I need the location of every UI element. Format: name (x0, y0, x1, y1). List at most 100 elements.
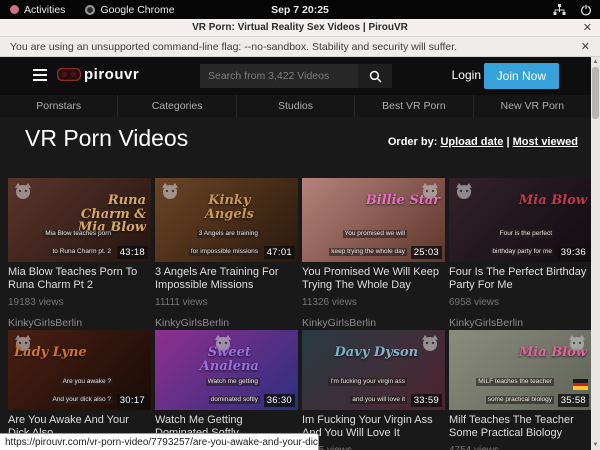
join-now-button[interactable]: Join Now (484, 63, 559, 89)
video-title-link[interactable]: Im Fucking Your Virgin Ass And You Will … (302, 414, 445, 440)
nav-item-studios[interactable]: Studios (236, 95, 354, 117)
thumbnail-script-title: Kinky Angels (185, 194, 274, 221)
video-card: Lady Lyne Are you awake ?And your dick a… (8, 330, 151, 450)
duration-badge: 43:18 (117, 246, 148, 259)
thumbnail-script-title: Billie Star (351, 194, 440, 208)
video-title-link[interactable]: Four Is The Perfect Birthday Party For M… (449, 266, 592, 292)
video-card: Billie Star You promised we willkeep try… (302, 178, 445, 329)
nav-item-new-vr[interactable]: New VR Porn (473, 95, 591, 117)
site-header: pirouvr Login Join Now (0, 57, 591, 95)
view-count: 6958 views (449, 297, 592, 308)
video-title-link[interactable]: Milf Teaches The Teacher Some Practical … (449, 414, 592, 440)
desktop-screen: Activities Google Chrome Sep 7 20:25 VR … (0, 0, 600, 450)
nav-item-pornstars[interactable]: Pornstars (0, 95, 117, 117)
video-title-link[interactable]: You Promised We Will Keep Trying The Who… (302, 266, 445, 292)
hamburger-menu-icon[interactable] (33, 69, 47, 84)
video-card: Davy Dyson I'm fucking your virgin assan… (302, 330, 445, 450)
studio-link[interactable]: KinkyGirlsBerlin (8, 317, 151, 329)
scroll-down-icon[interactable]: ▼ (591, 440, 600, 450)
power-icon[interactable] (580, 4, 592, 16)
logo-text: pirouvr (84, 66, 139, 83)
browser-title-bar: VR Porn: Virtual Reality Sex Videos | Pi… (0, 19, 600, 37)
duration-badge: 25:03 (411, 246, 442, 259)
scrollbar-thumb[interactable] (592, 67, 599, 119)
duration-badge: 30:17 (117, 394, 148, 407)
duration-badge: 36:30 (264, 394, 295, 407)
thumbnail-script-title: Davy Dyson (332, 346, 421, 360)
video-thumbnail[interactable]: Runa Charm & Mia Blow Mia Blow teaches p… (8, 178, 151, 262)
login-link[interactable]: Login (452, 68, 481, 82)
cat-mask-watermark-icon (13, 182, 33, 200)
cat-mask-watermark-icon (13, 334, 33, 352)
view-count: 19183 views (8, 297, 151, 308)
thumbnail-caption: I'm fucking your virgin assand you will … (328, 370, 407, 406)
sort-upload-date-link[interactable]: Upload date (440, 136, 503, 148)
page-title: VR Porn Videos (25, 125, 188, 152)
video-thumbnail[interactable]: Mia Blow MILF teaches the teachersome pr… (449, 330, 592, 410)
thumbnail-caption: Are you awake ?And your dick also ? (50, 370, 113, 406)
german-flag-icon (573, 379, 588, 390)
thumbnail-script-title: Mia Blow (498, 346, 587, 360)
thumbnail-script-title: Mia Blow (498, 194, 587, 208)
main-nav: Pornstars Categories Studios Best VR Por… (0, 95, 591, 117)
duration-badge: 39:36 (558, 246, 589, 259)
nav-item-best-vr[interactable]: Best VR Porn (354, 95, 472, 117)
view-count: 11111 views (155, 297, 298, 308)
thumbnail-caption: 3 Angels are trainingfor impossible miss… (189, 222, 260, 258)
video-card: Runa Charm & Mia Blow Mia Blow teaches p… (8, 178, 151, 329)
video-thumbnail[interactable]: Lady Lyne Are you awake ?And your dick a… (8, 330, 151, 410)
thumbnail-caption: Watch me gettingdominated softly (206, 370, 260, 406)
thumbnail-script-title: Sweet Analena (185, 346, 274, 373)
cat-mask-watermark-icon (420, 334, 440, 352)
studio-link[interactable]: KinkyGirlsBerlin (302, 317, 445, 329)
cat-mask-watermark-icon (213, 334, 233, 352)
video-thumbnail[interactable]: Kinky Angels 3 Angels are trainingfor im… (155, 178, 298, 262)
video-thumbnail[interactable]: Davy Dyson I'm fucking your virgin assan… (302, 330, 445, 410)
warning-close-icon[interactable]: ✕ (581, 40, 590, 53)
thumbnail-caption: Mia Blow teaches pornto Runa Charm pt. 2 (43, 222, 113, 258)
clock[interactable]: Sep 7 20:25 (0, 4, 600, 16)
warning-message: You are using an unsupported command-lin… (10, 41, 457, 53)
order-by-controls: Order by: Upload date | Most viewed (388, 136, 578, 148)
duration-badge: 35:58 (558, 394, 589, 407)
status-url-tooltip: https://pirouvr.com/vr-porn-video/779325… (0, 433, 319, 450)
thumbnail-script-title: Lady Lyne (14, 346, 103, 360)
search-input[interactable] (200, 64, 358, 88)
video-card: Mia Blow Four is the perfectbirthday par… (449, 178, 592, 329)
cat-mask-watermark-icon (454, 182, 474, 200)
video-card: Sweet Analena Watch me gettingdominated … (155, 330, 298, 450)
tab-title: VR Porn: Virtual Reality Sex Videos | Pi… (192, 22, 408, 33)
video-thumbnail[interactable]: Billie Star You promised we willkeep try… (302, 178, 445, 262)
studio-link[interactable]: KinkyGirlsBerlin (449, 317, 592, 329)
vr-goggles-icon (57, 68, 81, 81)
thumbnail-script-title: Runa Charm & Mia Blow (57, 194, 146, 235)
video-title-link[interactable]: Mia Blow Teaches Porn To Runa Charm Pt 2 (8, 266, 151, 292)
duration-badge: 33:59 (411, 394, 442, 407)
nav-item-categories[interactable]: Categories (117, 95, 235, 117)
view-count: 4754 views (449, 445, 592, 450)
tab-close-icon[interactable]: ✕ (583, 21, 592, 34)
thumbnail-caption: MILF teaches the teachersome practical b… (476, 370, 554, 406)
video-card: Mia Blow MILF teaches the teachersome pr… (449, 330, 592, 450)
view-count: 3785 views (302, 445, 445, 450)
video-thumbnail[interactable]: Mia Blow Four is the perfectbirthday par… (449, 178, 592, 262)
site-logo[interactable]: pirouvr (57, 66, 139, 83)
duration-badge: 47:01 (264, 246, 295, 259)
studio-link[interactable]: KinkyGirlsBerlin (155, 317, 298, 329)
video-thumbnail[interactable]: Sweet Analena Watch me gettingdominated … (155, 330, 298, 410)
thumbnail-caption: You promised we willkeep trying the whol… (329, 222, 407, 258)
cat-mask-watermark-icon (420, 182, 440, 200)
thumbnail-caption: Four is the perfectbirthday party for me (490, 222, 554, 258)
view-count: 11326 views (302, 297, 445, 308)
video-title-link[interactable]: 3 Angels Are Training For Impossible Mis… (155, 266, 298, 292)
sort-most-viewed-link[interactable]: Most viewed (513, 136, 578, 148)
video-grid-row-1: Runa Charm & Mia Blow Mia Blow teaches p… (8, 178, 592, 329)
video-grid-row-2: Lady Lyne Are you awake ?And your dick a… (8, 330, 592, 450)
scroll-up-icon[interactable]: ▲ (591, 57, 600, 67)
sandbox-warning-bar: You are using an unsupported command-lin… (0, 37, 600, 57)
page-viewport: pirouvr Login Join Now Pornstars Categor… (0, 57, 600, 450)
network-icon[interactable] (553, 4, 566, 16)
search-button[interactable] (358, 64, 392, 88)
cat-mask-watermark-icon (567, 334, 587, 352)
page-scrollbar[interactable]: ▲ ▼ (591, 57, 600, 450)
